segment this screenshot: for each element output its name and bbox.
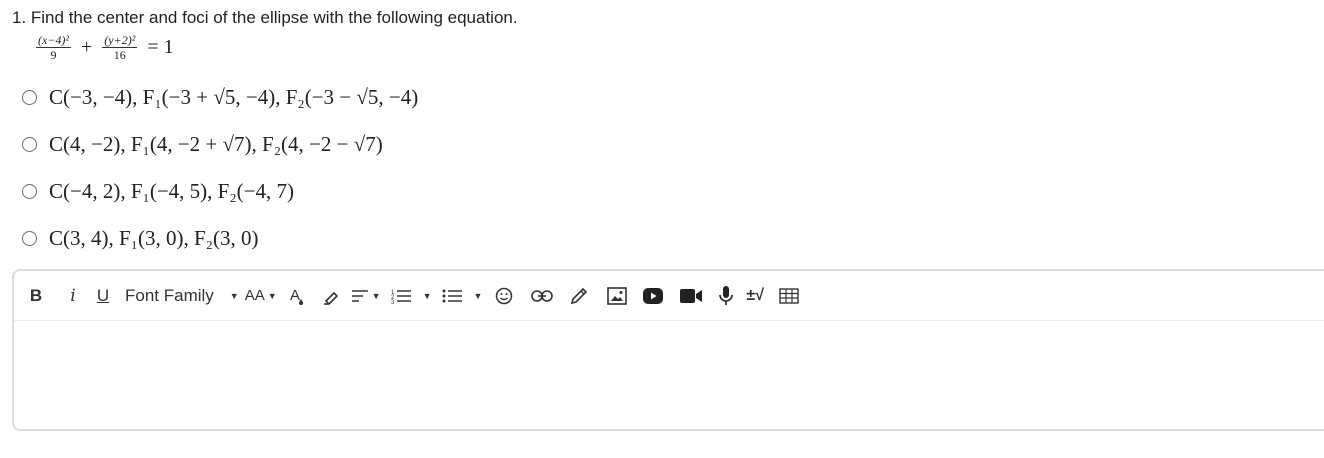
fraction-y: (y+2)² 16 [102, 32, 138, 62]
italic-icon[interactable]: i [63, 281, 83, 311]
font-family-label: Font Family [125, 285, 214, 305]
highlight-icon[interactable] [321, 281, 343, 311]
answer-option-3[interactable]: C(−4, 2), F₁(−4, 5), F₂(−4, 7) [22, 168, 418, 215]
answer-option-label: C(3, 4), F₁(3, 0), F₂(3, 0) [49, 226, 259, 250]
equation-icon[interactable]: ±√ [746, 281, 764, 311]
rich-text-editor: B i U Font Family ▼ AA ▼ A ▼ 123 ▼ ▼ ±√ [12, 269, 1324, 431]
link-icon[interactable] [530, 281, 554, 311]
pencil-icon[interactable] [568, 281, 590, 311]
fraction-x-numerator: (x−4)² [36, 32, 72, 48]
answer-option-label: C(−4, 2), F₁(−4, 5), F₂(−4, 7) [49, 179, 294, 203]
chevron-down-icon: ▼ [422, 290, 432, 301]
answer-option-1[interactable]: C(−3, −4), F₁(−3 + √5, −4), F₂(−3 − √5, … [22, 74, 418, 121]
unordered-list-dropdown[interactable]: ▼ [442, 281, 483, 311]
ordered-list-icon: 123 [391, 290, 411, 304]
underline-icon[interactable]: U [93, 281, 113, 311]
chevron-down-icon: ▼ [473, 290, 483, 301]
youtube-icon[interactable] [642, 281, 664, 311]
font-size-label: AA [244, 287, 265, 304]
radio-button[interactable] [22, 90, 37, 105]
svg-text:3: 3 [391, 300, 395, 304]
fraction-x: (x−4)² 9 [36, 32, 72, 62]
radio-button[interactable] [22, 231, 37, 246]
radio-button[interactable] [22, 184, 37, 199]
answer-option-label: C(4, −2), F₁(4, −2 + √7), F₂(4, −2 − √7) [49, 132, 383, 156]
question-text: 1. Find the center and foci of the ellip… [12, 8, 518, 27]
video-camera-icon[interactable] [680, 281, 703, 311]
answer-option-4[interactable]: C(3, 4), F₁(3, 0), F₂(3, 0) [22, 215, 418, 262]
equals-one: = 1 [147, 35, 174, 58]
align-icon [351, 289, 368, 302]
table-icon[interactable] [778, 281, 800, 311]
radio-button[interactable] [22, 137, 37, 152]
answer-option-label: C(−3, −4), F₁(−3 + √5, −4), F₂(−3 − √5, … [49, 85, 419, 109]
fraction-y-numerator: (y+2)² [102, 32, 138, 48]
plus-sign: + [81, 35, 93, 58]
font-color-icon[interactable]: A [287, 281, 309, 311]
microphone-icon[interactable] [718, 281, 734, 311]
fraction-y-denominator: 16 [113, 47, 126, 62]
chevron-down-icon: ▼ [229, 290, 239, 301]
answer-options: C(−3, −4), F₁(−3 + √5, −4), F₂(−3 − √5, … [22, 74, 418, 262]
align-dropdown[interactable]: ▼ [351, 281, 381, 311]
svg-text:A: A [290, 287, 300, 304]
bold-icon[interactable]: B [26, 281, 46, 311]
font-size-dropdown[interactable]: AA ▼ [245, 281, 277, 311]
editor-toolbar: B i U Font Family ▼ AA ▼ A ▼ 123 ▼ ▼ ±√ [14, 271, 1324, 321]
image-icon[interactable] [606, 281, 628, 311]
font-family-dropdown[interactable]: Font Family ▼ [125, 281, 239, 311]
editor-text-area[interactable] [14, 322, 1324, 429]
answer-option-2[interactable]: C(4, −2), F₁(4, −2 + √7), F₂(4, −2 − √7) [22, 121, 418, 168]
fraction-x-denominator: 9 [50, 47, 57, 62]
unordered-list-icon [442, 289, 462, 302]
chevron-down-icon: ▼ [371, 290, 381, 301]
ellipse-equation: (x−4)² 9 + (y+2)² 16 = 1 [32, 30, 180, 64]
ordered-list-dropdown[interactable]: 123 ▼ [391, 281, 432, 311]
chevron-down-icon: ▼ [267, 290, 277, 301]
emoji-icon[interactable] [494, 281, 514, 311]
